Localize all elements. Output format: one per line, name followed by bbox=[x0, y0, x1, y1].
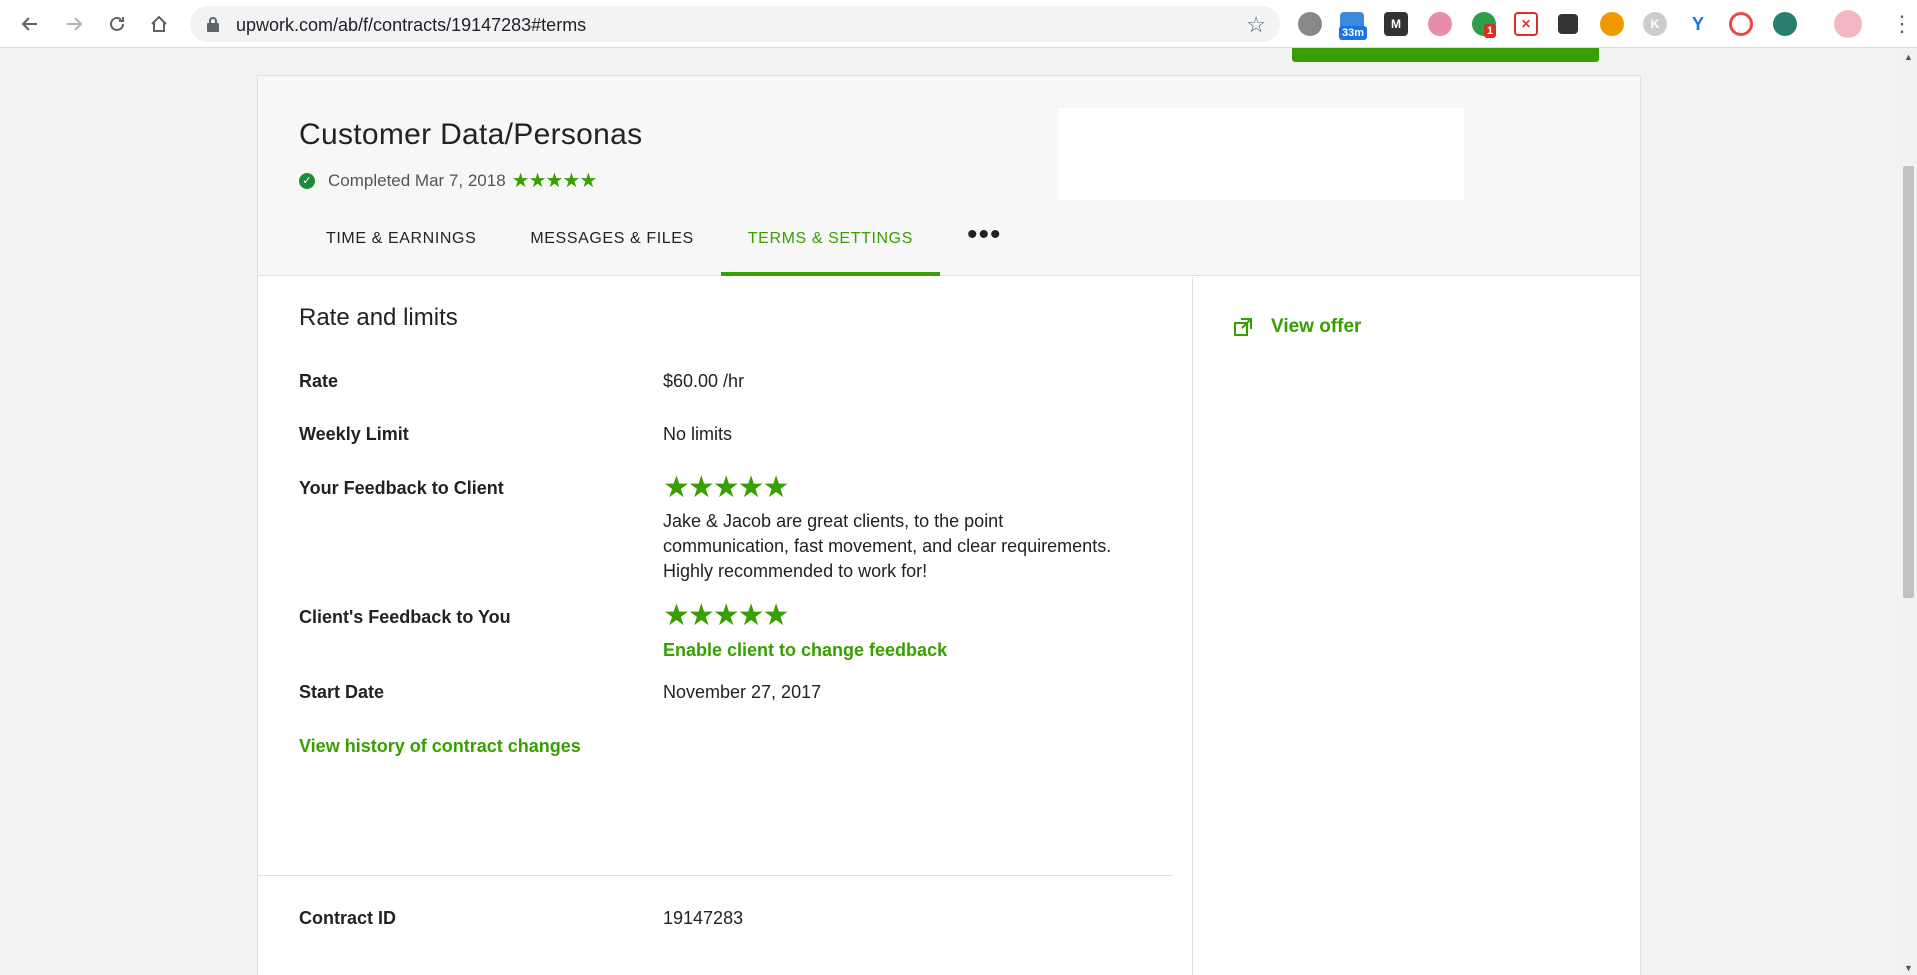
view-offer-link[interactable]: View offer bbox=[1233, 316, 1361, 338]
header-placeholder-box bbox=[1058, 108, 1464, 200]
extension-y-icon[interactable]: Y bbox=[1686, 12, 1710, 36]
scroll-down-arrow-icon[interactable]: ▼ bbox=[1904, 963, 1913, 973]
your-feedback-text: Jake & Jacob are great clients, to the p… bbox=[663, 511, 1112, 581]
page-scrollbar[interactable]: ▲ ▼ bbox=[1900, 48, 1917, 975]
your-feedback-stars: ★★★★★ bbox=[663, 471, 789, 504]
contract-header: Customer Data/Personas ✓ Completed Mar 7… bbox=[258, 76, 1640, 276]
rate-value: $60.00 /hr bbox=[663, 371, 745, 391]
enable-change-feedback-link[interactable]: Enable client to change feedback bbox=[663, 640, 947, 661]
contract-title: Customer Data/Personas bbox=[299, 118, 643, 151]
rating-stars: ★★★★★ bbox=[511, 170, 598, 192]
rate-label: Rate bbox=[299, 371, 339, 391]
extension-green-icon[interactable]: 1 bbox=[1472, 12, 1497, 38]
action-button-strip[interactable] bbox=[1292, 48, 1599, 62]
client-feedback-stars: ★★★★★ bbox=[663, 599, 789, 632]
tab-time-earnings[interactable]: TIME & EARNINGS bbox=[299, 226, 503, 276]
address-bar[interactable]: upwork.com/ab/f/contracts/19147283#terms… bbox=[190, 6, 1280, 42]
view-history-link[interactable]: View history of contract changes bbox=[299, 736, 581, 757]
terms-panel: Rate and limits Rate $60.00 /hr Weekly L… bbox=[258, 277, 1193, 975]
more-tabs-icon[interactable]: ••• bbox=[940, 220, 1029, 276]
extension-k-letter: K bbox=[1650, 17, 1660, 31]
weekly-limit-label: Weekly Limit bbox=[299, 424, 409, 444]
home-icon[interactable] bbox=[145, 10, 173, 38]
section-title: Rate and limits bbox=[299, 304, 458, 331]
extension-tomato-icon[interactable] bbox=[1298, 12, 1322, 36]
status-text: Completed Mar 7, 2018 bbox=[328, 170, 506, 190]
external-link-icon bbox=[1234, 318, 1252, 336]
scrollbar-thumb[interactable] bbox=[1903, 166, 1914, 598]
view-offer-label: View offer bbox=[1271, 316, 1362, 337]
contract-tabs: TIME & EARNINGS MESSAGES & FILES TERMS &… bbox=[299, 220, 1029, 276]
extension-square-icon[interactable] bbox=[1558, 14, 1578, 34]
url-text: upwork.com/ab/f/contracts/19147283#terms bbox=[236, 15, 587, 35]
extension-alien-icon[interactable] bbox=[1773, 12, 1797, 36]
tab-terms-settings[interactable]: TERMS & SETTINGS bbox=[720, 226, 941, 276]
contract-status: ✓ Completed Mar 7, 2018 ★★★★★ bbox=[299, 168, 598, 193]
section-divider bbox=[258, 875, 1173, 876]
check-circle-icon: ✓ bbox=[299, 172, 315, 189]
tab-messages-files[interactable]: MESSAGES & FILES bbox=[503, 226, 720, 276]
forward-arrow-icon[interactable] bbox=[60, 10, 88, 38]
browser-toolbar: upwork.com/ab/f/contracts/19147283#terms… bbox=[0, 0, 1917, 48]
start-date-value: November 27, 2017 bbox=[663, 682, 822, 702]
extension-count-badge: 1 bbox=[1484, 24, 1497, 38]
weekly-limit-value: No limits bbox=[663, 424, 733, 444]
back-arrow-icon[interactable] bbox=[16, 10, 44, 38]
extension-k-icon[interactable]: K bbox=[1643, 12, 1667, 36]
profile-avatar[interactable] bbox=[1834, 10, 1862, 38]
lock-icon bbox=[207, 17, 219, 32]
start-date-label: Start Date bbox=[299, 682, 385, 702]
contract-card: Customer Data/Personas ✓ Completed Mar 7… bbox=[257, 75, 1641, 975]
reload-icon[interactable] bbox=[103, 10, 131, 38]
client-feedback-label: Client's Feedback to You bbox=[299, 607, 511, 627]
extension-pink-icon[interactable] bbox=[1428, 12, 1452, 36]
extension-swirl-icon[interactable] bbox=[1729, 12, 1753, 36]
scroll-up-arrow-icon[interactable]: ▲ bbox=[1904, 52, 1913, 62]
extension-timer-badge: 33m bbox=[1339, 26, 1368, 40]
extension-m-icon[interactable]: M bbox=[1384, 12, 1408, 36]
browser-menu-icon[interactable]: ⋮ bbox=[1891, 12, 1913, 36]
contract-id-label: Contract ID bbox=[299, 908, 397, 928]
bookmark-star-icon[interactable]: ☆ bbox=[1246, 12, 1266, 38]
extension-block-icon[interactable]: ✕ bbox=[1514, 12, 1538, 36]
your-feedback-label: Your Feedback to Client bbox=[299, 478, 504, 498]
extension-calendar-icon[interactable]: 33m bbox=[1339, 12, 1368, 40]
contract-id-value: 19147283 bbox=[663, 908, 744, 928]
extension-orange-icon[interactable] bbox=[1600, 12, 1624, 36]
